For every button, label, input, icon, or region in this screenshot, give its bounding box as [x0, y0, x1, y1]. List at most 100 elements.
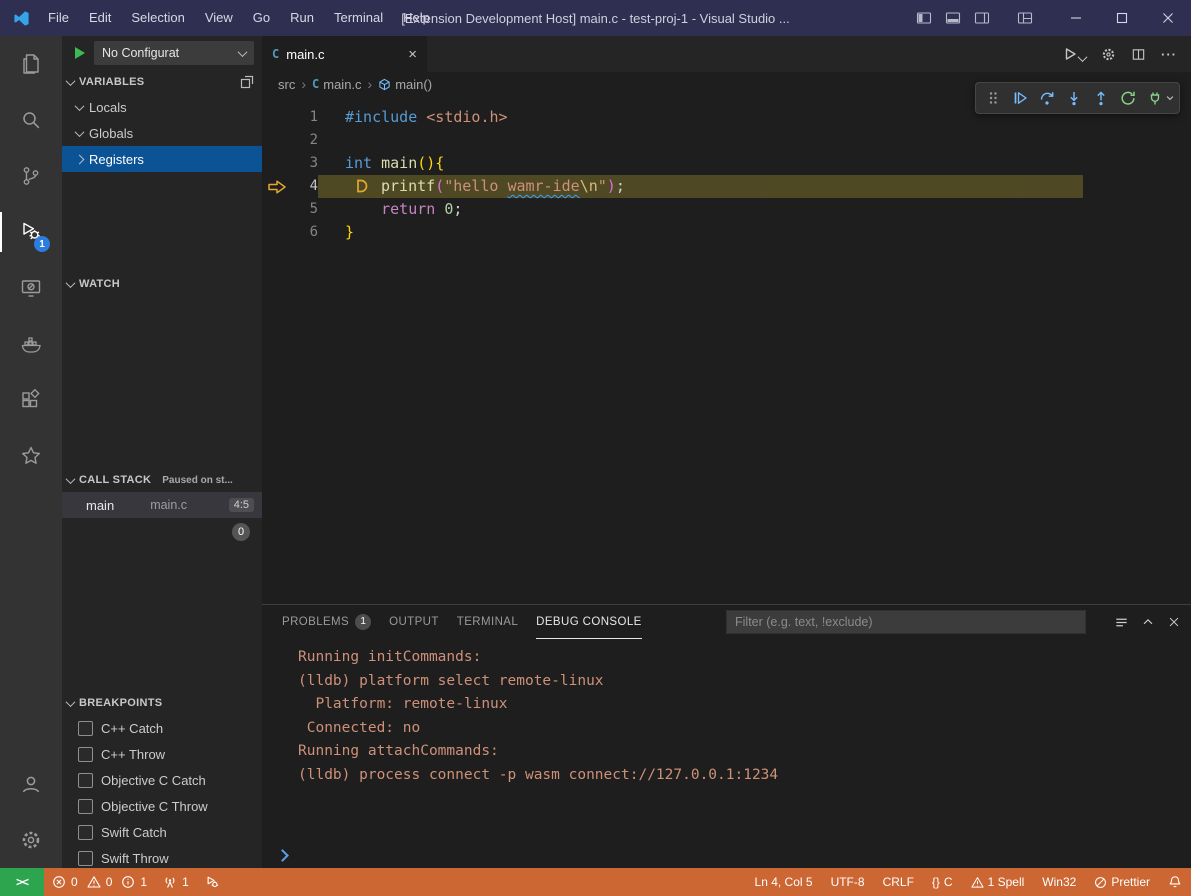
close-tab-icon[interactable]: ×	[408, 46, 417, 63]
panel-tab-problems[interactable]: PROBLEMS1	[282, 605, 371, 639]
notifications-bell-icon[interactable]	[1159, 868, 1191, 896]
debug-status-icon[interactable]	[197, 868, 228, 896]
start-debug-icon[interactable]	[74, 46, 86, 60]
more-actions-icon[interactable]: ···	[1161, 47, 1177, 62]
menu-help[interactable]: Help	[393, 0, 440, 36]
inline-breakpoint-icon[interactable]	[355, 179, 369, 193]
menu-go[interactable]: Go	[243, 0, 280, 36]
checkbox-icon[interactable]	[78, 851, 93, 866]
breakpoint-c-throw[interactable]: C++ Throw	[62, 741, 262, 767]
current-line-arrow-icon[interactable]	[262, 175, 292, 198]
breakpoint-c-catch[interactable]: C++ Catch	[62, 715, 262, 741]
collapse-all-icon[interactable]	[240, 75, 254, 89]
run-and-debug-icon[interactable]: 1	[0, 204, 62, 260]
breadcrumb-src[interactable]: src	[278, 77, 295, 92]
chevron-up-icon[interactable]	[1141, 615, 1155, 629]
minimize-button[interactable]	[1053, 0, 1099, 36]
checkbox-icon[interactable]	[78, 773, 93, 788]
toggle-sidebar-icon[interactable]	[909, 0, 938, 36]
language-mode[interactable]: {} C	[923, 868, 962, 896]
console-filter-input[interactable]	[726, 610, 1086, 634]
call-stack-section-header[interactable]: CALL STACK Paused on st...	[62, 468, 262, 492]
encoding-indicator[interactable]: UTF-8	[822, 868, 874, 896]
menu-view[interactable]: View	[195, 0, 243, 36]
tab-main-c[interactable]: C main.c ×	[262, 36, 427, 72]
source-control-icon[interactable]	[0, 148, 62, 204]
spell-checker-status[interactable]: 1 Spell	[962, 868, 1034, 896]
explorer-icon[interactable]	[0, 36, 62, 92]
checkbox-icon[interactable]	[78, 825, 93, 840]
editor-settings-gear-icon[interactable]	[1101, 47, 1116, 62]
code-text[interactable]	[318, 129, 1191, 152]
code-text[interactable]: }	[318, 221, 1191, 244]
extensions-icon[interactable]	[0, 372, 62, 428]
breakpoint-swift-catch[interactable]: Swift Catch	[62, 819, 262, 845]
menu-run[interactable]: Run	[280, 0, 324, 36]
toggle-secondary-sidebar-icon[interactable]	[967, 0, 996, 36]
customize-layout-icon[interactable]	[1010, 0, 1039, 36]
continue-button[interactable]	[1006, 85, 1033, 112]
menu-edit[interactable]: Edit	[79, 0, 121, 36]
star-icon[interactable]	[0, 428, 62, 484]
breakpoint-gutter[interactable]	[262, 106, 292, 129]
checkbox-icon[interactable]	[78, 747, 93, 762]
breakpoint-objective-c-throw[interactable]: Objective C Throw	[62, 793, 262, 819]
eol-indicator[interactable]: CRLF	[874, 868, 923, 896]
section-title: WATCH	[79, 278, 120, 290]
search-icon[interactable]	[0, 92, 62, 148]
console-input[interactable]	[262, 842, 1191, 868]
menu-file[interactable]: File	[38, 0, 79, 36]
problems-indicator[interactable]: 0 0 1	[44, 868, 155, 896]
accounts-icon[interactable]	[0, 756, 62, 812]
breadcrumb-symbol[interactable]: main()	[378, 77, 432, 92]
settings-gear-icon[interactable]	[0, 812, 62, 868]
debug-config-dropdown[interactable]: No Configurat	[94, 41, 254, 65]
step-over-button[interactable]	[1033, 85, 1060, 112]
hamburger-menu-icon[interactable]	[1114, 615, 1129, 630]
call-stack-frame[interactable]: main main.c 4:5	[62, 492, 262, 518]
menu-terminal[interactable]: Terminal	[324, 0, 393, 36]
breakpoint-gutter[interactable]	[262, 129, 292, 152]
code-text[interactable]: int main(){	[318, 152, 1191, 175]
menu-selection[interactable]: Selection	[121, 0, 194, 36]
variables-section-header[interactable]: VARIABLES	[62, 70, 262, 94]
checkbox-icon[interactable]	[78, 799, 93, 814]
close-panel-icon[interactable]	[1167, 615, 1181, 629]
ports-indicator[interactable]: 1	[155, 868, 197, 896]
panel-tab-terminal[interactable]: TERMINAL	[457, 605, 518, 639]
panel-tab-debug-console[interactable]: DEBUG CONSOLE	[536, 605, 642, 639]
code-text[interactable]: printf("hello wamr-ide\n");	[318, 175, 1191, 198]
panel-tab-output[interactable]: OUTPUT	[389, 605, 439, 639]
breakpoint-gutter[interactable]	[262, 221, 292, 244]
restart-button[interactable]	[1114, 85, 1141, 112]
split-editor-icon[interactable]	[1131, 47, 1146, 62]
docker-icon[interactable]	[0, 316, 62, 372]
variables-item-globals[interactable]: Globals	[62, 120, 262, 146]
breakpoint-gutter[interactable]	[262, 198, 292, 221]
breakpoint-objective-c-catch[interactable]: Objective C Catch	[62, 767, 262, 793]
cursor-position[interactable]: Ln 4, Col 5	[746, 868, 822, 896]
close-window-button[interactable]	[1145, 0, 1191, 36]
watch-section-header[interactable]: WATCH	[62, 272, 262, 296]
toolbar-gripper-icon[interactable]	[979, 85, 1006, 112]
variables-item-registers[interactable]: Registers	[62, 146, 262, 172]
step-out-button[interactable]	[1087, 85, 1114, 112]
breadcrumb-file[interactable]: C main.c	[312, 77, 362, 92]
checkbox-icon[interactable]	[78, 721, 93, 736]
variables-item-locals[interactable]: Locals	[62, 94, 262, 120]
remote-explorer-icon[interactable]	[0, 260, 62, 316]
breakpoint-gutter[interactable]	[262, 152, 292, 175]
run-or-debug-button[interactable]	[1062, 46, 1086, 62]
step-into-button[interactable]	[1060, 85, 1087, 112]
chevron-down-icon[interactable]	[1164, 85, 1176, 112]
platform-indicator[interactable]: Win32	[1033, 868, 1085, 896]
maximize-button[interactable]	[1099, 0, 1145, 36]
breakpoints-section-header[interactable]: BREAKPOINTS	[62, 691, 262, 715]
radio-tower-icon	[163, 875, 177, 889]
toggle-panel-icon[interactable]	[938, 0, 967, 36]
code-editor[interactable]: 1#include <stdio.h>23int main(){4printf(…	[262, 96, 1191, 604]
prettier-status[interactable]: Prettier	[1085, 868, 1159, 896]
code-text[interactable]: return 0;	[318, 198, 1191, 221]
remote-indicator[interactable]: ><	[0, 868, 44, 896]
breakpoint-swift-throw[interactable]: Swift Throw	[62, 845, 262, 868]
